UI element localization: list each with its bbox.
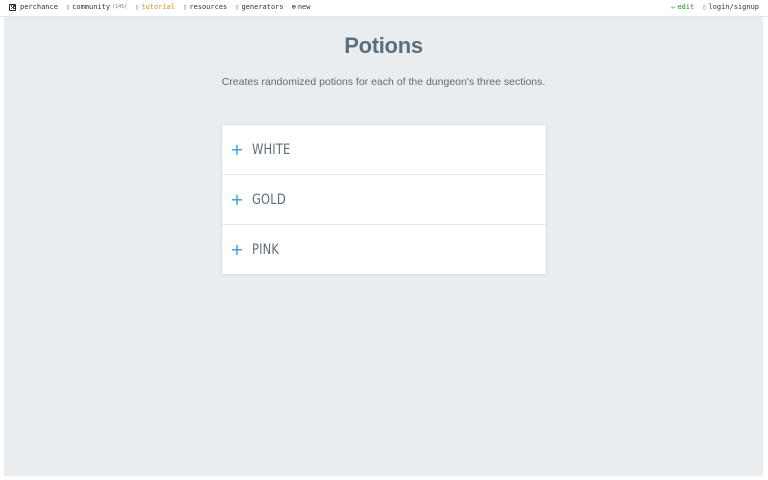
section-row-pink[interactable]: + PINK — [222, 225, 546, 274]
nav-resources-label: resources — [189, 3, 228, 11]
user-icon: ▯ — [702, 3, 707, 11]
nav-perchance-label: perchance — [20, 3, 58, 11]
plus-icon: + — [230, 139, 244, 159]
community-count-badge: (145) — [112, 4, 128, 10]
top-nav-right: ✏ edit ▯ login/signup — [671, 3, 759, 11]
top-nav-left: perchance ▯ community (145) ▯ tutorial ▯… — [9, 3, 319, 11]
page-subtitle: Creates randomized potions for each of t… — [221, 76, 546, 88]
book-icon: ▯ — [135, 3, 140, 11]
page-title: Potions — [344, 33, 423, 58]
list-icon: ▯ — [235, 3, 240, 11]
chat-icon: ▯ — [65, 3, 71, 11]
nav-perchance-home[interactable]: perchance — [9, 3, 58, 11]
section-row-white[interactable]: + WHITE — [222, 125, 546, 175]
nav-login-signup[interactable]: ▯ login/signup — [702, 3, 759, 11]
nav-new-label: new — [297, 3, 311, 11]
nav-resources[interactable]: ▯ resources — [183, 3, 227, 11]
nav-edit-label: edit — [677, 3, 695, 11]
section-label: WHITE — [252, 141, 291, 158]
nav-new[interactable]: ⊕ new — [292, 3, 311, 11]
nav-edit[interactable]: ✏ edit — [671, 3, 694, 11]
plus-icon: + — [230, 239, 244, 259]
section-label: GOLD — [252, 191, 286, 208]
plus-icon: + — [230, 189, 244, 209]
nav-tutorial[interactable]: ▯ tutorial — [135, 3, 175, 11]
generator-output-area: Potions Creates randomized potions for e… — [4, 17, 763, 476]
sections-card: + WHITE + GOLD + PINK — [221, 124, 547, 275]
top-navigation-bar: perchance ▯ community (145) ▯ tutorial ▯… — [0, 0, 768, 17]
nav-generators-label: generators — [241, 3, 284, 11]
nav-generators[interactable]: ▯ generators — [235, 3, 283, 11]
pencil-icon: ✏ — [671, 3, 676, 11]
section-row-gold[interactable]: + GOLD — [222, 175, 546, 225]
nav-tutorial-label: tutorial — [141, 3, 176, 11]
nav-login-label: login/signup — [708, 3, 759, 11]
nav-community-label: community — [72, 3, 111, 11]
wrench-icon: ▯ — [183, 3, 188, 11]
plus-circle-icon: ⊕ — [291, 3, 296, 11]
section-label: PINK — [252, 241, 280, 258]
dice-icon — [9, 3, 16, 11]
nav-community[interactable]: ▯ community (145) — [66, 3, 127, 11]
